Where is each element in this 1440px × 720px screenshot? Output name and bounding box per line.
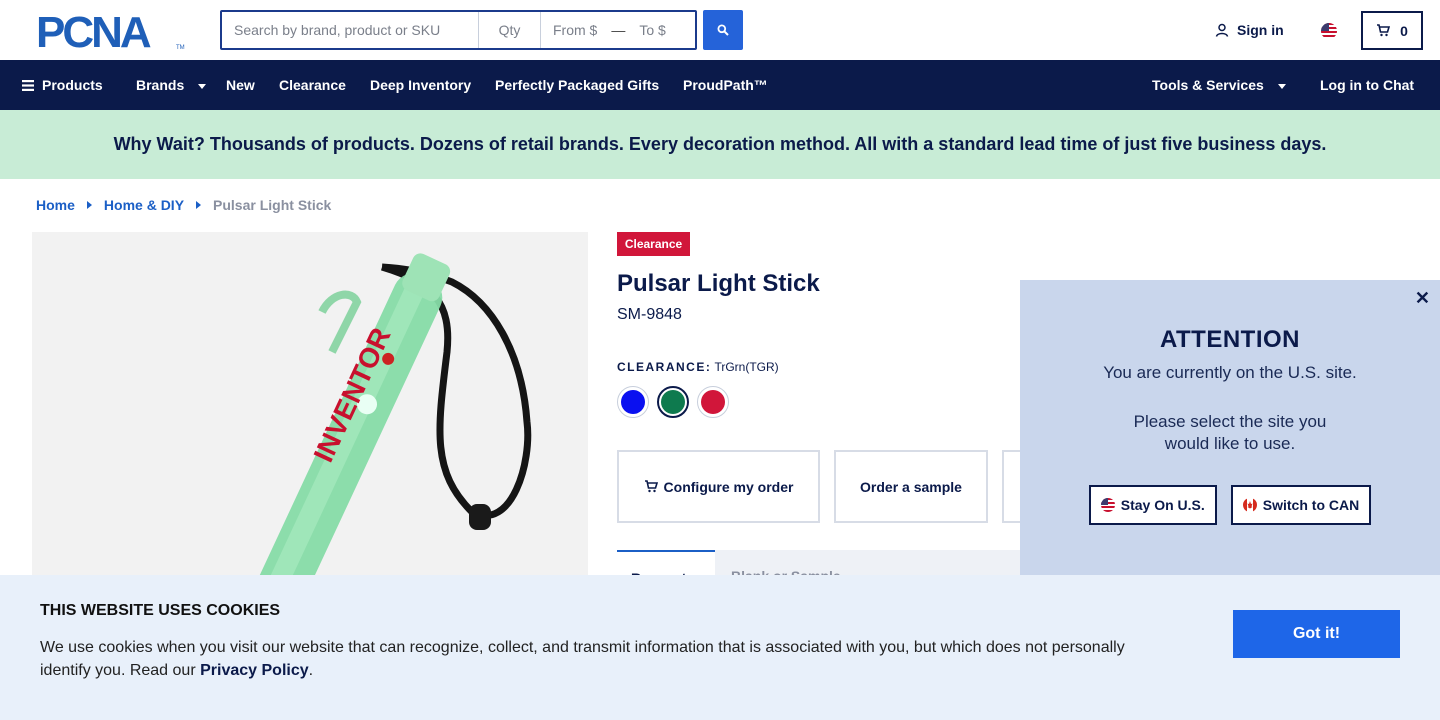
nav-proudpath-label: ProudPath™	[683, 77, 768, 93]
product-title: Pulsar Light Stick	[617, 270, 820, 297]
sign-in-label: Sign in	[1237, 22, 1284, 38]
configure-order-label: Configure my order	[663, 478, 794, 495]
chevron-right-icon	[196, 201, 202, 209]
modal-buttons: Stay On U.S. Switch to CAN	[1020, 485, 1440, 525]
nav-chat[interactable]: Log in to Chat	[1320, 60, 1414, 110]
breadcrumb-home[interactable]: Home	[36, 197, 75, 213]
stay-us-label: Stay On U.S.	[1120, 497, 1205, 513]
canada-flag-icon	[1242, 498, 1257, 512]
nav-clearance-label: Clearance	[279, 77, 346, 93]
product-image[interactable]: INVENTOR	[32, 232, 588, 592]
nav-new-label: New	[226, 77, 255, 93]
cart-button[interactable]: 0	[1361, 11, 1423, 50]
sign-in-link[interactable]: Sign in	[1215, 22, 1284, 38]
site-select-modal: ✕ ATTENTION You are currently on the U.S…	[1020, 280, 1440, 576]
modal-instruction: Please select the site you would like to…	[1133, 412, 1327, 453]
nav-tools-label: Tools & Services	[1152, 77, 1264, 93]
us-flag-icon	[1100, 498, 1115, 512]
us-flag-icon[interactable]	[1321, 23, 1337, 39]
site-header: PCNA TM Search by brand, product or SKU …	[0, 0, 1440, 60]
nav-products-label: Products	[42, 77, 103, 93]
swatch-green-fill	[661, 390, 685, 414]
nav-tools[interactable]: Tools & Services	[1152, 60, 1286, 110]
modal-current-site: You are currently on the U.S. site.	[1103, 363, 1357, 382]
swatch-red[interactable]	[697, 386, 729, 418]
cookie-text: We use cookies when you visit our websit…	[40, 636, 1150, 682]
color-swatches	[617, 386, 729, 418]
nav-gifts-label: Perfectly Packaged Gifts	[495, 77, 660, 93]
nav-proudpath[interactable]: ProudPath™	[683, 60, 768, 110]
clearance-badge: Clearance	[617, 232, 690, 256]
search-bar: Search by brand, product or SKU Qty From…	[220, 10, 697, 50]
price-to-input[interactable]: To $	[639, 22, 665, 38]
cart-count: 0	[1400, 22, 1408, 39]
user-icon	[1215, 23, 1229, 37]
nav-gifts[interactable]: Perfectly Packaged Gifts	[495, 60, 659, 110]
configure-order-button[interactable]: Configure my order	[617, 450, 820, 523]
nav-deep-inventory[interactable]: Deep Inventory	[370, 60, 471, 110]
chevron-right-icon	[86, 201, 92, 209]
price-from-input[interactable]: From $	[553, 22, 597, 38]
promo-text: Why Wait? Thousands of products. Dozens …	[113, 134, 1327, 154]
breadcrumb-home-diy[interactable]: Home & DIY	[104, 197, 184, 213]
swatch-green[interactable]	[657, 386, 689, 418]
switch-can-label: Switch to CAN	[1262, 497, 1360, 513]
cookie-banner: THIS WEBSITE USES COOKIES We use cookies…	[0, 575, 1440, 720]
chevron-down-icon	[1277, 83, 1286, 89]
qty-input[interactable]: Qty	[479, 12, 541, 48]
cart-icon	[644, 480, 658, 493]
chevron-down-icon	[198, 83, 207, 89]
svg-text:TM: TM	[176, 45, 185, 51]
swatch-red-fill	[701, 390, 725, 414]
privacy-policy-link[interactable]: Privacy Policy	[200, 662, 309, 679]
search-input[interactable]: Search by brand, product or SKU	[222, 12, 479, 48]
nav-clearance[interactable]: Clearance	[279, 60, 346, 110]
nav-products[interactable]: Products	[22, 60, 103, 110]
pcna-logo[interactable]: PCNA TM	[36, 11, 186, 51]
cart-icon	[1377, 24, 1391, 37]
close-icon[interactable]: ✕	[1415, 288, 1430, 309]
cookie-end: .	[308, 662, 314, 679]
nav-brands[interactable]: Brands	[136, 60, 207, 110]
color-label: CLEARANCE: TrGrn(TGR)	[617, 360, 779, 374]
modal-title: ATTENTION	[1159, 326, 1301, 353]
nav-brands-label: Brands	[136, 77, 185, 93]
product-sku: SM-9848	[617, 306, 682, 323]
stay-us-button[interactable]: Stay On U.S.	[1088, 485, 1217, 525]
color-label-key: CLEARANCE:	[617, 360, 712, 374]
cookie-accept-button[interactable]: Got it!	[1233, 610, 1400, 658]
light-stick-illustration: INVENTOR	[232, 253, 532, 592]
range-dash: —	[611, 22, 626, 38]
cookie-title: THIS WEBSITE USES COOKIES	[40, 602, 281, 619]
breadcrumb-current: Pulsar Light Stick	[213, 197, 332, 213]
nav-chat-label: Log in to Chat	[1320, 77, 1415, 93]
breadcrumb: Home Home & DIY Pulsar Light Stick	[36, 197, 331, 213]
color-label-value: TrGrn(TGR)	[714, 360, 779, 374]
order-sample-button[interactable]: Order a sample	[834, 450, 988, 523]
switch-can-button[interactable]: Switch to CAN	[1230, 485, 1372, 525]
menu-icon	[22, 79, 34, 91]
promo-banner: Why Wait? Thousands of products. Dozens …	[0, 110, 1440, 179]
nav-new[interactable]: New	[226, 60, 255, 110]
swatch-blue[interactable]	[617, 386, 649, 418]
price-range: From $ — To $	[541, 12, 695, 48]
nav-deep-inventory-label: Deep Inventory	[370, 77, 472, 93]
swatch-blue-fill	[621, 390, 645, 414]
svg-text:PCNA: PCNA	[36, 11, 151, 51]
search-button[interactable]	[703, 10, 743, 50]
order-sample-label: Order a sample	[860, 478, 962, 495]
search-icon	[717, 24, 729, 36]
main-nav: Products Brands New Clearance Deep Inven…	[0, 60, 1440, 110]
